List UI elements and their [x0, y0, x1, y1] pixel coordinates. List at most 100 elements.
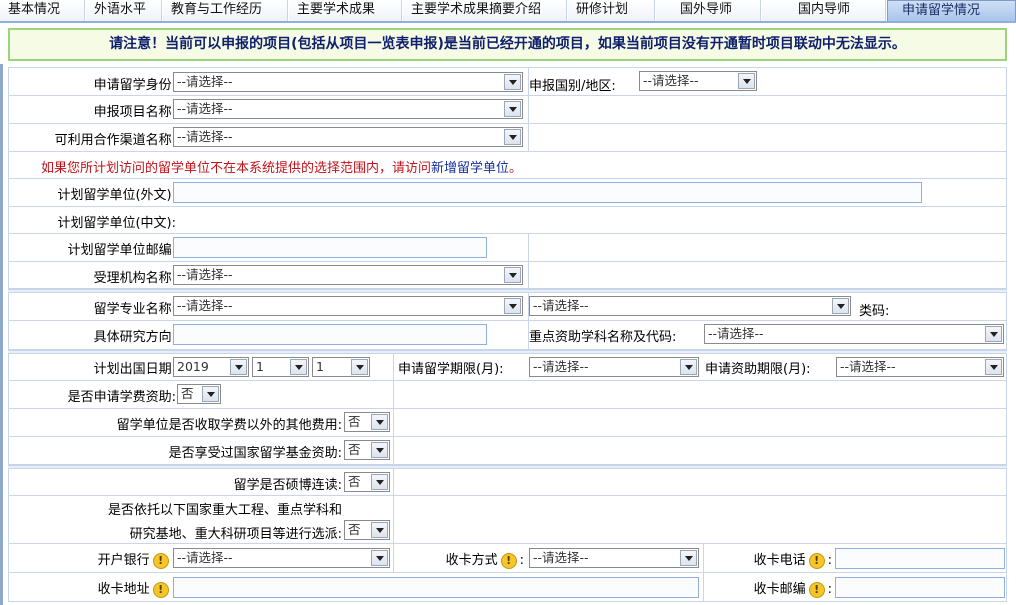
- unit-hint: 如果您所计划访问的留学单位不在本系统提供的选择范围内，请访问新增留学单位。: [41, 157, 522, 176]
- tab-achievement-summary[interactable]: 主要学术成果摘要介绍: [403, 0, 567, 22]
- chevron-down-icon: [290, 359, 307, 375]
- notice-banner: 请注意！当前可以申报的项目(包括从项目一览表申报)是当前已经开通的项目，如果当前…: [8, 28, 1007, 61]
- row-bank: 开户银行!: --请选择-- 收卡方式!: --请选择-- 收卡电话!:: [8, 544, 1007, 573]
- tab-label: 主要学术成果: [297, 2, 376, 17]
- csc-select[interactable]: 否: [344, 440, 390, 460]
- chevron-down-icon: [832, 298, 849, 314]
- tab-foreign-supervisor[interactable]: 国外导师: [656, 0, 761, 22]
- row-major: 留学专业名称: --请选择-- --请选择-- 类码:: [8, 293, 1007, 321]
- tab-domestic-supervisor[interactable]: 国内导师: [762, 0, 886, 22]
- category-code-label: 类码:: [859, 304, 890, 319]
- warning-icon: !: [152, 581, 169, 598]
- select-value: --请选择--: [177, 101, 233, 116]
- row-hint: 如果您所计划访问的留学单位不在本系统提供的选择范围内，请访问新增留学单位。: [8, 152, 1007, 179]
- direction-input[interactable]: [173, 324, 487, 345]
- select-value: --请选择--: [177, 550, 233, 565]
- select-value: --请选择--: [840, 359, 896, 374]
- channel-label: 可利用合作渠道名称:: [54, 133, 176, 148]
- major-sub-select[interactable]: --请选择--: [529, 296, 851, 316]
- depart-label: 计划出国日期:: [93, 362, 176, 377]
- tab-label: 教育与工作经历: [171, 2, 263, 17]
- select-value: --请选择--: [643, 73, 699, 88]
- card-type-label-text: 收卡方式: [445, 553, 498, 568]
- add-unit-link[interactable]: 新增留学单位: [431, 161, 509, 176]
- hint-text: 如果您所计划访问的留学单位不在本系统提供的选择范围内，请访问: [41, 161, 432, 176]
- column-divider: [393, 496, 394, 543]
- select-value: 1: [316, 359, 324, 374]
- tuition-label: 是否申请学费资助:: [67, 390, 176, 405]
- discipline-label: 重点资助学科名称及代码:: [529, 330, 677, 345]
- row-master-phd: 留学是否硕博连读: 否: [8, 469, 1007, 496]
- bank-select[interactable]: --请选择--: [173, 548, 390, 568]
- row-channel: 可利用合作渠道名称: --请选择--: [8, 124, 1007, 152]
- tab-label: 研修计划: [576, 2, 629, 17]
- warning-icon: !: [152, 552, 169, 569]
- column-divider: [703, 573, 704, 601]
- row-direction: 具体研究方向: 重点资助学科名称及代码: --请选择--: [8, 321, 1007, 350]
- depart-day-select[interactable]: 1: [312, 357, 370, 377]
- discipline-select[interactable]: --请选择--: [704, 324, 1004, 344]
- chevron-down-icon: [371, 442, 388, 458]
- period-label: 申请留学期限(月):: [398, 362, 504, 377]
- column-divider: [703, 544, 704, 572]
- depart-year-select[interactable]: 2019: [173, 357, 249, 377]
- select-value: --请选择--: [708, 326, 764, 341]
- major-label: 留学专业名称:: [93, 302, 176, 317]
- unit-zip-input[interactable]: [173, 237, 487, 258]
- period-select[interactable]: --请选择--: [529, 357, 699, 377]
- row-depart: 计划出国日期: 2019 1 1 申请留学期限(月): --请选择-- 申请资助…: [8, 354, 1007, 381]
- column-divider: [393, 381, 394, 408]
- tuition-select[interactable]: 否: [177, 384, 221, 404]
- depart-month-select[interactable]: 1: [252, 357, 309, 377]
- direction-label: 具体研究方向:: [93, 330, 176, 345]
- other-fee-select[interactable]: 否: [344, 412, 390, 432]
- identity-label: 申请留学身份:: [93, 78, 176, 93]
- major-project-select[interactable]: 否: [344, 520, 390, 540]
- select-value: 否: [348, 474, 361, 489]
- row-card-address: 收卡地址!: 收卡邮编!:: [8, 573, 1007, 602]
- master-phd-select[interactable]: 否: [344, 472, 390, 492]
- colon: :: [827, 553, 832, 568]
- identity-select[interactable]: --请选择--: [173, 72, 523, 92]
- left-frame-edge: [0, 64, 3, 605]
- tab-foreign-language[interactable]: 外语水平: [86, 0, 162, 22]
- channel-select[interactable]: --请选择--: [173, 127, 523, 147]
- chevron-down-icon: [371, 414, 388, 430]
- column-divider: [393, 469, 394, 495]
- column-divider: [393, 544, 394, 572]
- chevron-down-icon: [371, 522, 388, 538]
- column-divider: [528, 124, 529, 151]
- major-select[interactable]: --请选择--: [173, 296, 523, 316]
- tab-label: 基本情况: [8, 2, 61, 17]
- card-type-select[interactable]: --请选择--: [529, 548, 699, 568]
- select-value: 2019: [177, 359, 209, 374]
- master-phd-label: 留学是否硕博连读:: [233, 478, 342, 493]
- row-agency: 受理机构名称: --请选择--: [8, 262, 1007, 289]
- chevron-down-icon: [371, 474, 388, 490]
- warning-icon: !: [808, 581, 825, 598]
- chevron-down-icon: [504, 74, 521, 90]
- agency-select[interactable]: --请选择--: [173, 265, 523, 285]
- card-type-label: 收卡方式!:: [446, 549, 524, 569]
- unit-foreign-input[interactable]: [173, 182, 922, 203]
- tab-basic-info[interactable]: 基本情况: [0, 0, 85, 22]
- row-tuition: 是否申请学费资助: 否: [8, 381, 1007, 409]
- select-value: 否: [181, 386, 194, 401]
- card-phone-label-text: 收卡电话: [753, 553, 806, 568]
- select-value: 否: [348, 442, 361, 457]
- hint-period: 。: [509, 161, 523, 176]
- select-value: --请选择--: [533, 359, 589, 374]
- card-address-input[interactable]: [173, 577, 699, 598]
- tab-label: 外语水平: [94, 2, 147, 17]
- card-zip-input[interactable]: [835, 577, 1005, 598]
- colon: :: [519, 553, 524, 568]
- tab-academic-achievements[interactable]: 主要学术成果: [289, 0, 402, 22]
- row-unit-chinese: 计划留学单位(中文):: [8, 207, 1007, 234]
- card-phone-input[interactable]: [835, 548, 1005, 569]
- tab-study-abroad-application[interactable]: 申请留学情况: [887, 0, 1016, 22]
- fund-period-select[interactable]: --请选择--: [836, 357, 1004, 377]
- tab-education-work[interactable]: 教育与工作经历: [163, 0, 288, 22]
- project-select[interactable]: --请选择--: [173, 99, 523, 119]
- tab-study-plan[interactable]: 研修计划: [568, 0, 655, 22]
- country-select[interactable]: --请选择--: [639, 71, 757, 91]
